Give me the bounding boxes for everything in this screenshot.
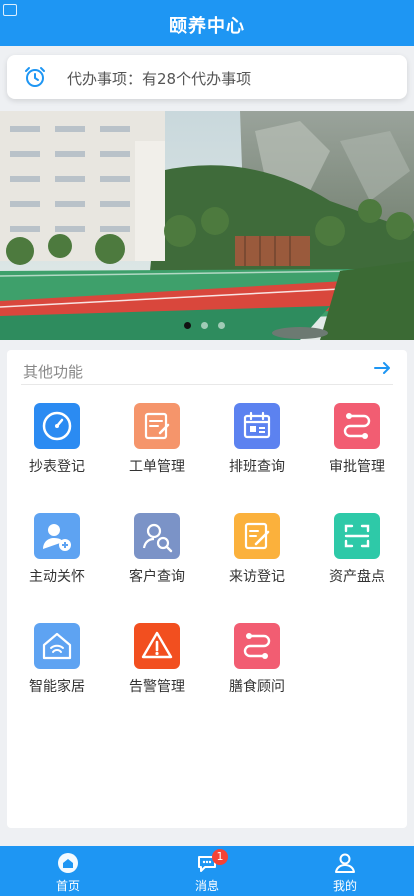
function-label: 客户查询 — [129, 569, 185, 585]
function-label: 审批管理 — [329, 459, 385, 475]
function-label: 智能家居 — [29, 679, 85, 695]
banner-image — [0, 111, 414, 340]
function-alarm[interactable]: 告警管理 — [107, 623, 207, 703]
function-work-order[interactable]: 工单管理 — [107, 403, 207, 483]
tab-messages[interactable]: 1 消息 — [167, 846, 247, 896]
function-care[interactable]: 主动关怀 — [7, 513, 107, 593]
bottom-tab-bar: 首页 1 消息 我的 — [0, 846, 414, 896]
divider — [21, 384, 393, 385]
gauge-icon — [34, 403, 80, 449]
function-label: 抄表登记 — [29, 459, 85, 475]
function-label: 资产盘点 — [329, 569, 385, 585]
customer-search-icon — [134, 513, 180, 559]
visitor-register-icon — [234, 513, 280, 559]
functions-title: 其他功能 — [23, 363, 84, 381]
approval-flow-icon — [334, 403, 380, 449]
function-label: 工单管理 — [129, 459, 185, 475]
function-meter-reading[interactable]: 抄表登记 — [7, 403, 107, 483]
function-customer-query[interactable]: 客户查询 — [107, 513, 207, 593]
function-label: 告警管理 — [129, 679, 185, 695]
function-visitor[interactable]: 来访登记 — [207, 513, 307, 593]
carousel-dot[interactable] — [218, 322, 225, 329]
banner-carousel[interactable] — [0, 111, 414, 340]
function-label: 膳食顾问 — [229, 679, 285, 695]
carousel-dot[interactable] — [184, 322, 191, 329]
profile-icon — [334, 852, 356, 874]
function-approval[interactable]: 审批管理 — [307, 403, 407, 483]
todo-notice[interactable]: 代办事项：有28个代办事项 — [7, 55, 407, 99]
app-header: 颐养中心 — [0, 0, 414, 46]
carousel-dot[interactable] — [201, 322, 208, 329]
alarm-clock-icon — [23, 65, 47, 89]
smart-home-icon — [34, 623, 80, 669]
work-order-icon — [134, 403, 180, 449]
todo-label: 代办事项： — [67, 70, 143, 88]
tab-label: 消息 — [194, 879, 219, 893]
tab-profile[interactable]: 我的 — [305, 846, 385, 896]
user-care-icon — [34, 513, 80, 559]
scan-icon — [334, 513, 380, 559]
home-icon — [57, 852, 79, 874]
calendar-icon — [234, 403, 280, 449]
todo-count-text: 有28个代办事项 — [142, 70, 252, 88]
function-asset-inventory[interactable]: 资产盘点 — [307, 513, 407, 593]
function-smart-home[interactable]: 智能家居 — [7, 623, 107, 703]
function-label: 来访登记 — [229, 569, 285, 585]
todo-text: 代办事项：有28个代办事项 — [67, 68, 251, 89]
function-diet[interactable]: 膳食顾问 — [207, 623, 307, 703]
function-label: 主动关怀 — [29, 569, 85, 585]
functions-panel: 其他功能 抄表登记 工单管理 排班查询 审批管理 主动关怀 客户查询 来访登记 … — [7, 350, 407, 828]
tab-label: 首页 — [55, 879, 80, 893]
tab-home[interactable]: 首页 — [28, 846, 108, 896]
function-schedule[interactable]: 排班查询 — [207, 403, 307, 483]
page-title: 颐养中心 — [169, 16, 245, 37]
tab-label: 我的 — [332, 879, 357, 893]
function-label: 排班查询 — [229, 459, 285, 475]
message-badge: 1 — [212, 849, 228, 865]
arrow-right-icon[interactable] — [373, 358, 393, 378]
warning-icon — [134, 623, 180, 669]
diet-flow-icon — [234, 623, 280, 669]
